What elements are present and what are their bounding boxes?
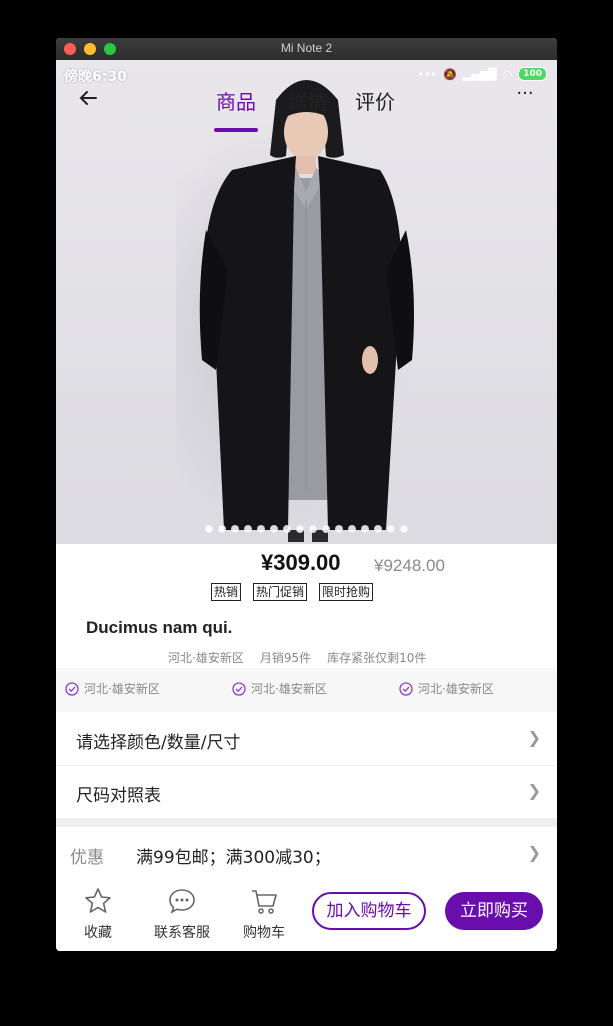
carousel-dot[interactable]: [335, 525, 343, 533]
guarantee-item: 河北·雄安新区: [65, 680, 160, 697]
product-location: 河北·雄安新区: [168, 651, 244, 665]
check-circle-icon: [399, 681, 413, 696]
tab-details[interactable]: 详情: [288, 86, 328, 115]
size-chart-label: 尺码对照表: [76, 786, 161, 806]
carousel-dot[interactable]: [348, 525, 356, 533]
bottom-action-bar: 收藏 联系客服 购物车 加入购物车 立即购买: [56, 872, 557, 951]
buy-now-button[interactable]: 立即购买: [445, 892, 543, 930]
chevron-right-icon: ❯: [527, 781, 541, 800]
star-icon: [85, 888, 111, 913]
carousel-dot[interactable]: [283, 525, 291, 533]
price-row: ¥309.00 ¥9248.00: [56, 544, 557, 580]
top-navbar: 商品 详情 评价 ···: [56, 74, 557, 132]
current-price: ¥309.00: [261, 550, 341, 575]
window-title: Mi Note 2: [280, 41, 333, 55]
carousel-indicator: [56, 525, 557, 533]
more-dots-icon[interactable]: ···: [513, 85, 537, 110]
tag-hot: 热销: [211, 583, 242, 601]
chevron-right-icon: ❯: [527, 843, 541, 862]
tag-flash-sale: 限时抢购: [319, 583, 374, 601]
window-titlebar: Mi Note 2: [56, 38, 557, 61]
select-options-label: 请选择颜色/数量/尺寸: [76, 733, 241, 753]
shopping-cart-icon: [252, 890, 277, 914]
carousel-dot[interactable]: [270, 525, 278, 533]
tab-reviews[interactable]: 评价: [355, 86, 395, 115]
carousel-dot[interactable]: [231, 525, 239, 533]
cart-button[interactable]: 购物车: [239, 886, 289, 942]
product-photo: [199, 80, 414, 542]
promo-label: 优惠: [70, 848, 104, 868]
carousel-dot[interactable]: [374, 525, 382, 533]
chat-bubble-icon: [169, 889, 195, 914]
carousel-dot[interactable]: [387, 525, 395, 533]
promo-text: 满99包邮；满300减30；: [136, 848, 331, 868]
customer-service-button[interactable]: 联系客服: [150, 886, 214, 942]
check-circle-icon: [232, 681, 246, 696]
tag-promo: 热门促销: [253, 583, 308, 601]
original-price: ¥9248.00: [374, 556, 445, 575]
carousel-dot[interactable]: [257, 525, 265, 533]
check-circle-icon: [65, 681, 79, 696]
carousel-dot[interactable]: [309, 525, 317, 533]
monthly-sales: 月销95件: [259, 651, 312, 665]
carousel-dot[interactable]: [205, 525, 213, 533]
product-name: Ducimus nam qui.: [86, 618, 233, 637]
carousel-dot[interactable]: [296, 525, 304, 533]
guarantee-item: 河北·雄安新区: [399, 680, 494, 697]
carousel-dot[interactable]: [244, 525, 252, 533]
select-options-row[interactable]: 请选择颜色/数量/尺寸 ❯: [56, 713, 557, 765]
tab-product[interactable]: 商品: [216, 86, 256, 115]
product-tags: 热销 热门促销 限时抢购: [211, 583, 374, 601]
carousel-dot[interactable]: [361, 525, 369, 533]
guarantee-strip: 河北·雄安新区 河北·雄安新区 河北·雄安新区: [56, 668, 557, 712]
favorite-button[interactable]: 收藏: [81, 886, 115, 942]
active-tab-indicator: [214, 128, 258, 132]
guarantee-item: 河北·雄安新区: [232, 680, 327, 697]
stock-status: 库存紧张仅剩10件: [327, 651, 427, 665]
add-to-cart-button[interactable]: 加入购物车: [312, 892, 426, 930]
carousel-dot[interactable]: [218, 525, 226, 533]
carousel-dot[interactable]: [322, 525, 330, 533]
arrow-left-icon[interactable]: [76, 86, 100, 110]
size-chart-row[interactable]: 尺码对照表 ❯: [56, 766, 557, 818]
product-image-carousel[interactable]: 傍晚6:30 ••• 🔕 ▂▄▆█ ◠ 100 商品 详情 评价 ···: [56, 60, 557, 544]
chevron-right-icon: ❯: [527, 728, 541, 747]
carousel-dot[interactable]: [400, 525, 408, 533]
app-window: Mi Note 2 傍晚6:30 ••• 🔕 ▂▄▆█ ◠ 100 商品 详情 …: [56, 38, 557, 951]
product-meta: 河北·雄安新区 月销95件 库存紧张仅剩10件: [168, 649, 426, 666]
